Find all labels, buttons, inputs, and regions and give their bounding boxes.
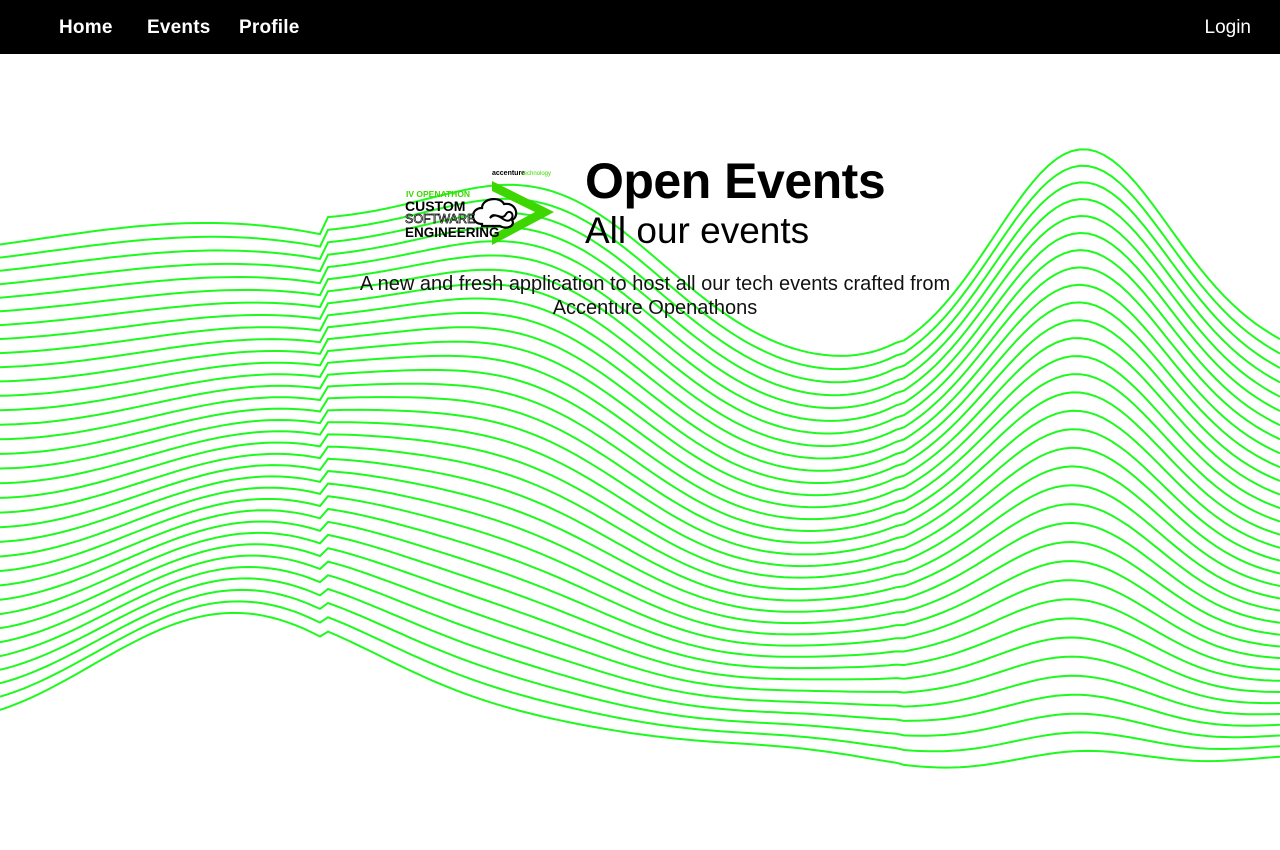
- wave-line: [0, 181, 1280, 384]
- login-link[interactable]: Login: [1205, 17, 1252, 39]
- nav-events-link[interactable]: Events: [147, 17, 211, 39]
- wave-line: [0, 148, 1280, 357]
- wave-line: [0, 611, 1280, 769]
- nav-home-link[interactable]: Home: [59, 17, 113, 39]
- nav-profile-link[interactable]: Profile: [239, 17, 300, 39]
- wave-line: [0, 507, 1280, 660]
- wave-line: [0, 337, 1280, 497]
- wave-line: [0, 368, 1280, 523]
- wave-line: [0, 198, 1280, 397]
- wave-line: [0, 565, 1280, 716]
- wave-line: [0, 457, 1280, 612]
- green-wave-lines-background: [0, 148, 1280, 769]
- wave-line: [0, 554, 1280, 705]
- wave-line: [0, 588, 1280, 739]
- wave-line: [0, 421, 1280, 575]
- top-navbar: Home Events Profile Login: [0, 0, 1280, 54]
- wave-line: [0, 301, 1280, 472]
